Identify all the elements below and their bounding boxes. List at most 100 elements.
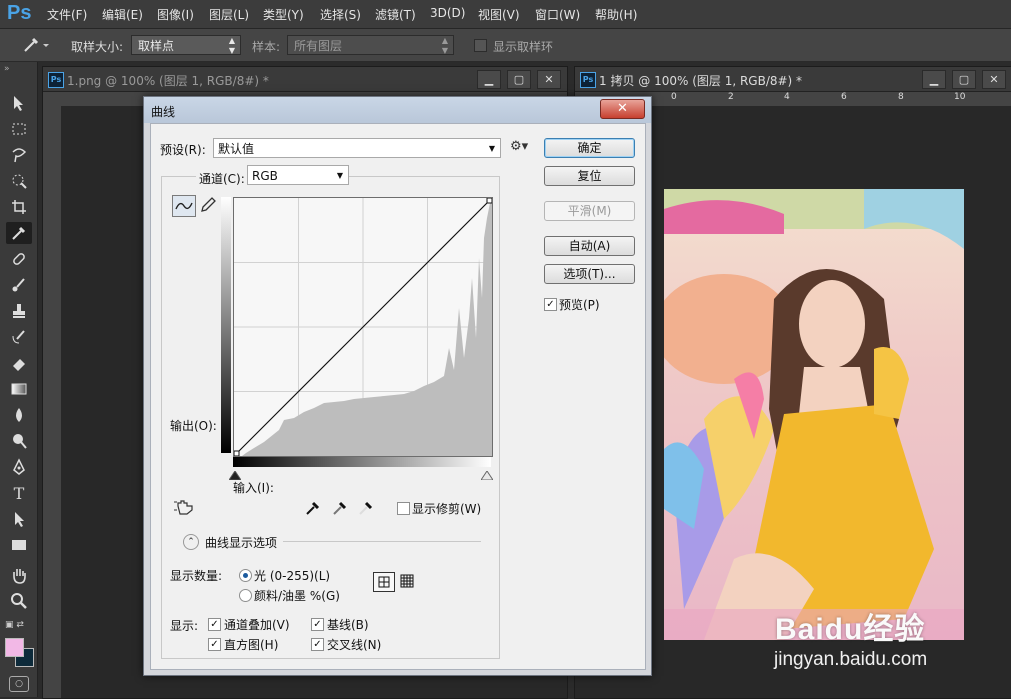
quick-selection-tool-icon[interactable]	[6, 170, 32, 192]
sample-select[interactable]: 所有图层 ▲ ▼	[287, 35, 454, 55]
light-radio[interactable]	[239, 569, 252, 582]
preview-checkbox[interactable]: ✓	[544, 298, 557, 311]
curve-point-tool-icon[interactable]	[172, 195, 196, 217]
channel-select[interactable]: RGB ▼	[247, 165, 349, 185]
dialog-close-button[interactable]: ✕	[600, 99, 645, 119]
canvas-photo[interactable]	[654, 189, 964, 640]
crop-tool-icon[interactable]	[6, 196, 32, 218]
quick-mask-icon[interactable]: ○	[9, 676, 29, 692]
gear-icon[interactable]: ⚙▾	[510, 139, 528, 154]
maximize-button[interactable]: ▢	[952, 70, 976, 89]
foreground-color-swatch[interactable]	[5, 638, 24, 657]
pencil-icon[interactable]	[199, 196, 217, 217]
input-gradient-bar	[233, 457, 491, 467]
swap-colors-icon[interactable]: ▣ ⇄	[5, 620, 31, 634]
menu-edit[interactable]: 编辑(E)	[102, 6, 143, 23]
brush-tool-icon[interactable]	[6, 274, 32, 296]
show-ring-checkbox[interactable]	[474, 39, 487, 52]
expand-collapse-icon[interactable]: ⌃	[183, 534, 199, 550]
maximize-button[interactable]: ▢	[507, 70, 531, 89]
document-tab-2[interactable]: Ps 1 拷贝 @ 100% (图层 1, RGB/8#) * ▁ ▢ ✕	[575, 67, 1011, 92]
ruler-label: 0	[671, 92, 677, 102]
minimize-button[interactable]: ▁	[922, 70, 946, 89]
healing-brush-tool-icon[interactable]	[6, 248, 32, 270]
channel-value: RGB	[252, 169, 278, 183]
gradient-tool-icon[interactable]	[6, 378, 32, 400]
zoom-tool-icon[interactable]	[6, 590, 32, 612]
pigment-radio[interactable]	[239, 589, 252, 602]
type-tool-icon[interactable]: T	[6, 482, 32, 504]
channel-label: 通道(C):	[196, 170, 248, 187]
close-button[interactable]: ✕	[982, 70, 1006, 89]
ps-document-icon: Ps	[580, 72, 596, 88]
light-radio-label: 光 (0-255)(L)	[254, 569, 331, 583]
close-button[interactable]: ✕	[537, 70, 561, 89]
reset-button[interactable]: 复位	[544, 166, 635, 186]
sample-size-label: 取样大小:	[71, 40, 124, 54]
menu-file[interactable]: 文件(F)	[47, 6, 87, 23]
dialog-title-bar[interactable]: 曲线 ✕	[144, 97, 651, 123]
minimize-button[interactable]: ▁	[477, 70, 501, 89]
menu-window[interactable]: 窗口(W)	[535, 6, 580, 23]
white-point-slider[interactable]	[480, 469, 494, 483]
dialog-title: 曲线	[151, 105, 176, 119]
preset-select[interactable]: 默认值 ▼	[213, 138, 501, 158]
baseline-checkbox[interactable]: ✓	[311, 618, 324, 631]
sample-size-select[interactable]: 取样点 ▲ ▼	[131, 35, 241, 55]
watermark-url: jingyan.baidu.com	[774, 649, 928, 670]
eraser-tool-icon[interactable]	[6, 352, 32, 374]
hand-tool-icon[interactable]	[6, 564, 32, 586]
histogram-checkbox[interactable]: ✓	[208, 638, 221, 651]
document-tab-1[interactable]: Ps 1.png @ 100% (图层 1, RGB/8#) * ▁ ▢ ✕	[43, 67, 567, 92]
ruler-label: 4	[784, 92, 790, 102]
clone-stamp-tool-icon[interactable]	[6, 300, 32, 322]
smooth-button[interactable]: 平滑(M)	[544, 201, 635, 221]
ok-button[interactable]: 确定	[544, 138, 635, 158]
channel-overlay-checkbox[interactable]: ✓	[208, 618, 221, 631]
menu-select[interactable]: 选择(S)	[320, 6, 361, 23]
menu-help[interactable]: 帮助(H)	[595, 6, 637, 23]
histogram-label: 直方图(H)	[224, 638, 279, 652]
blur-tool-icon[interactable]	[6, 404, 32, 426]
dodge-tool-icon[interactable]	[6, 430, 32, 452]
gray-point-eyedropper-icon[interactable]	[332, 500, 348, 519]
eyedropper-tool-icon[interactable]	[6, 222, 32, 244]
pen-tool-icon[interactable]	[6, 456, 32, 478]
menu-3d[interactable]: 3D(D)	[430, 6, 465, 20]
rectangle-tool-icon[interactable]	[6, 534, 32, 556]
dialog-body: 预设(R): 默认值 ▼ ⚙▾ 通道(C): RGB ▼ 输出(O): 输入(I…	[150, 123, 646, 670]
intersection-checkbox[interactable]: ✓	[311, 638, 324, 651]
collapse-icon[interactable]: »	[4, 64, 10, 74]
menu-filter[interactable]: 滤镜(T)	[375, 6, 416, 23]
white-point-eyedropper-icon[interactable]	[358, 500, 374, 519]
path-selection-tool-icon[interactable]	[6, 508, 32, 530]
targeted-adjustment-hand-icon[interactable]	[174, 498, 196, 519]
menu-view[interactable]: 视图(V)	[478, 6, 520, 23]
ruler-label: 2	[728, 92, 734, 102]
preset-label: 预设(R):	[160, 143, 206, 157]
ruler-label: 8	[898, 92, 904, 102]
curve-graph[interactable]	[233, 197, 493, 457]
show-ring-label: 显示取样环	[493, 40, 554, 54]
output-label: 输出(O):	[170, 419, 217, 433]
auto-button[interactable]: 自动(A)	[544, 236, 635, 256]
baidu-watermark-logo: Baidu经验	[775, 613, 926, 646]
black-point-eyedropper-icon[interactable]	[305, 500, 321, 519]
pigment-radio-label: 颜料/油墨 %(G)	[254, 589, 340, 603]
menu-layer[interactable]: 图层(L)	[209, 6, 249, 23]
chevron-down-icon: ▼	[488, 144, 495, 153]
show-label: 显示:	[170, 619, 199, 633]
menu-image[interactable]: 图像(I)	[157, 6, 194, 23]
detailed-grid-button[interactable]	[397, 572, 417, 590]
show-clipping-checkbox[interactable]	[397, 502, 410, 515]
lasso-tool-icon[interactable]	[6, 144, 32, 166]
simple-grid-button[interactable]	[373, 572, 395, 592]
eyedropper-tool-icon[interactable]	[22, 36, 50, 57]
baseline-label: 基线(B)	[327, 618, 369, 632]
move-tool-icon[interactable]	[6, 92, 32, 114]
history-brush-tool-icon[interactable]	[6, 326, 32, 348]
marquee-tool-icon[interactable]	[6, 118, 32, 140]
menu-type[interactable]: 类型(Y)	[263, 6, 304, 23]
ruler-label: 6	[841, 92, 847, 102]
options-button[interactable]: 选项(T)...	[544, 264, 635, 284]
